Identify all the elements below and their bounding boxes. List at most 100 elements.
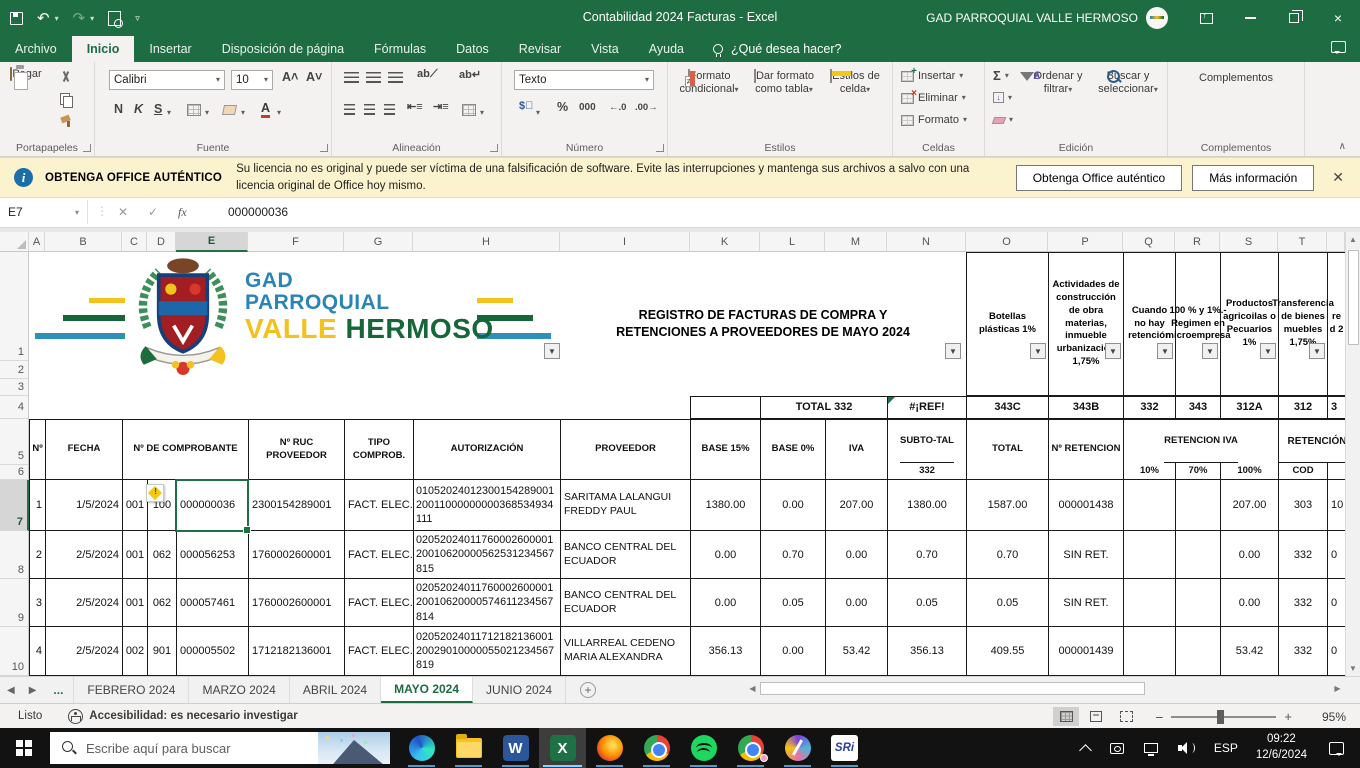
portapapeles-dialog-launcher[interactable]: [83, 144, 91, 152]
cell[interactable]: 0.00: [761, 480, 826, 531]
taskbar-chrome[interactable]: [633, 728, 680, 768]
cell[interactable]: 356.13: [691, 627, 761, 676]
accessibility-status[interactable]: Accesibilidad: es necesario investigar: [89, 710, 297, 722]
borders-icon[interactable]: [187, 104, 201, 116]
header-cod[interactable]: COD: [1279, 463, 1328, 479]
account-name[interactable]: GAD PARROQUIAL VALLE HERMOSO: [926, 11, 1138, 25]
network-icon[interactable]: [1143, 743, 1158, 756]
cell[interactable]: 0.00: [1221, 531, 1279, 579]
increase-decimal-icon[interactable]: ←.0: [606, 102, 629, 113]
decrease-font-icon[interactable]: A˅: [303, 70, 325, 84]
cell[interactable]: 356.13: [888, 627, 967, 676]
cell[interactable]: 0205202401176000260000120010620000562531…: [414, 531, 561, 579]
row-header-8[interactable]: 8: [0, 531, 29, 579]
merge-dropdown-icon[interactable]: ▾: [480, 109, 484, 117]
header-retencion-iva[interactable]: RETENCION IVA 10% 70% 100%: [1124, 419, 1279, 480]
cell[interactable]: 0205202401171218213600120029010000055021…: [414, 627, 561, 676]
col-header-i[interactable]: I: [560, 232, 690, 252]
tab-insertar[interactable]: Insertar: [134, 36, 206, 62]
cell[interactable]: 001: [123, 579, 148, 627]
cell[interactable]: 10: [1328, 480, 1345, 531]
borders-dropdown-icon[interactable]: ▾: [205, 109, 209, 117]
taskbar-edge[interactable]: [398, 728, 445, 768]
cell[interactable]: 3: [30, 579, 46, 627]
decrease-decimal-icon[interactable]: .00→: [632, 102, 661, 113]
cell[interactable]: [1176, 627, 1221, 676]
align-right-icon[interactable]: [384, 104, 395, 115]
header-comprobante[interactable]: Nº DE COMPROBANTE: [123, 419, 249, 480]
wrap-text-icon[interactable]: ab↵: [456, 68, 484, 81]
header-tipo[interactable]: TIPO COMPROB.: [345, 419, 414, 480]
align-top-icon[interactable]: [344, 72, 359, 83]
avatar[interactable]: [1146, 7, 1168, 29]
cell[interactable]: 001: [123, 480, 148, 531]
sheet-tab-abril[interactable]: ABRIL 2024: [290, 677, 382, 703]
cell[interactable]: [1124, 627, 1176, 676]
header-proveedor[interactable]: PROVEEDOR: [561, 419, 691, 480]
header-iva[interactable]: IVA: [826, 419, 888, 480]
new-sheet-icon[interactable]: +: [580, 682, 597, 698]
cell[interactable]: 0.70: [761, 531, 826, 579]
header-total[interactable]: TOTAL: [967, 419, 1049, 480]
tell-me-search[interactable]: ¿Qué desea hacer?: [712, 36, 841, 62]
enter-icon[interactable]: ✓: [148, 205, 158, 219]
undo-icon[interactable]: ↶: [37, 11, 50, 26]
cell[interactable]: 1587.00: [967, 480, 1049, 531]
cell-code-343b[interactable]: 343B: [1049, 396, 1124, 419]
start-button[interactable]: [0, 728, 48, 768]
cell-total-332[interactable]: TOTAL 332: [761, 396, 888, 419]
cell[interactable]: FACT. ELEC.: [345, 579, 414, 627]
taskbar-sri[interactable]: SRi: [821, 728, 868, 768]
cell[interactable]: 000057461: [177, 579, 249, 627]
cell[interactable]: [1176, 579, 1221, 627]
cell[interactable]: 0: [1328, 627, 1345, 676]
col-header-m[interactable]: M: [825, 232, 887, 252]
orientation-icon[interactable]: ab⟋: [414, 68, 441, 81]
header-retencion-clipped[interactable]: RETENCIÓN COD: [1279, 419, 1345, 480]
cell[interactable]: SARITAMA LALANGUI FREDDY PAUL: [561, 480, 691, 531]
cell[interactable]: 1: [30, 480, 46, 531]
cell[interactable]: [1124, 480, 1176, 531]
sheet-tab-febrero[interactable]: FEBRERO 2024: [73, 677, 190, 703]
header-70pct[interactable]: 70%: [1176, 463, 1221, 479]
sheet-tab-mayo-active[interactable]: MAYO 2024: [381, 677, 474, 703]
cell[interactable]: 0.00: [826, 531, 888, 579]
trace-error-button[interactable]: [146, 484, 164, 502]
cut-icon[interactable]: [58, 70, 74, 84]
filter-dropdown-icon[interactable]: ▼: [1260, 343, 1276, 359]
align-middle-icon[interactable]: [366, 72, 381, 83]
sheet-tab-marzo[interactable]: MARZO 2024: [189, 677, 290, 703]
cell[interactable]: [1176, 480, 1221, 531]
cell[interactable]: SIN RET.: [1049, 579, 1124, 627]
row-header-7-selected[interactable]: 7: [0, 480, 29, 531]
cell-code-343[interactable]: 343: [1176, 396, 1221, 419]
cell[interactable]: 53.42: [1221, 627, 1279, 676]
cell[interactable]: 2300154289001: [249, 480, 345, 531]
col-header-o[interactable]: O: [966, 232, 1048, 252]
autosum-button[interactable]: Σ ▾: [993, 68, 1009, 83]
title-cell[interactable]: REGISTRO DE FACTURAS DE COMPRA Y RETENCI…: [560, 252, 966, 396]
col-header-h[interactable]: H: [413, 232, 560, 252]
cell[interactable]: 332: [1279, 579, 1328, 627]
tab-vista[interactable]: Vista: [576, 36, 634, 62]
underline-icon[interactable]: S: [151, 102, 165, 116]
fill-button[interactable]: ↓ ▾: [993, 92, 1012, 103]
header-u-clipped[interactable]: re d 2: [1328, 252, 1345, 396]
cell[interactable]: FACT. ELEC.: [345, 480, 414, 531]
logo-cell[interactable]: GAD PARROQUIAL VALLE HERMOSO: [29, 252, 560, 396]
filter-dropdown-icon[interactable]: ▼: [1105, 343, 1121, 359]
clear-button[interactable]: ▾: [991, 116, 1013, 124]
cell[interactable]: 0: [1328, 531, 1345, 579]
header-microempresa[interactable]: 100 % y 1%.- Regimen en microempresa: [1166, 252, 1230, 396]
save-icon[interactable]: [10, 11, 23, 25]
align-bottom-icon[interactable]: [388, 72, 403, 83]
cell[interactable]: 2/5/2024: [46, 627, 123, 676]
col-header-d[interactable]: D: [147, 232, 176, 252]
horizontal-scrollbar[interactable]: ◀ ▶: [745, 680, 1345, 697]
col-header-s[interactable]: S: [1220, 232, 1278, 252]
delete-cells-button[interactable]: Eliminar▾: [901, 88, 966, 104]
cell[interactable]: 0.00: [761, 627, 826, 676]
italic-icon[interactable]: K: [131, 102, 146, 116]
increase-font-icon[interactable]: A˄: [279, 70, 301, 84]
decrease-indent-icon[interactable]: ⇤≡: [404, 100, 426, 113]
